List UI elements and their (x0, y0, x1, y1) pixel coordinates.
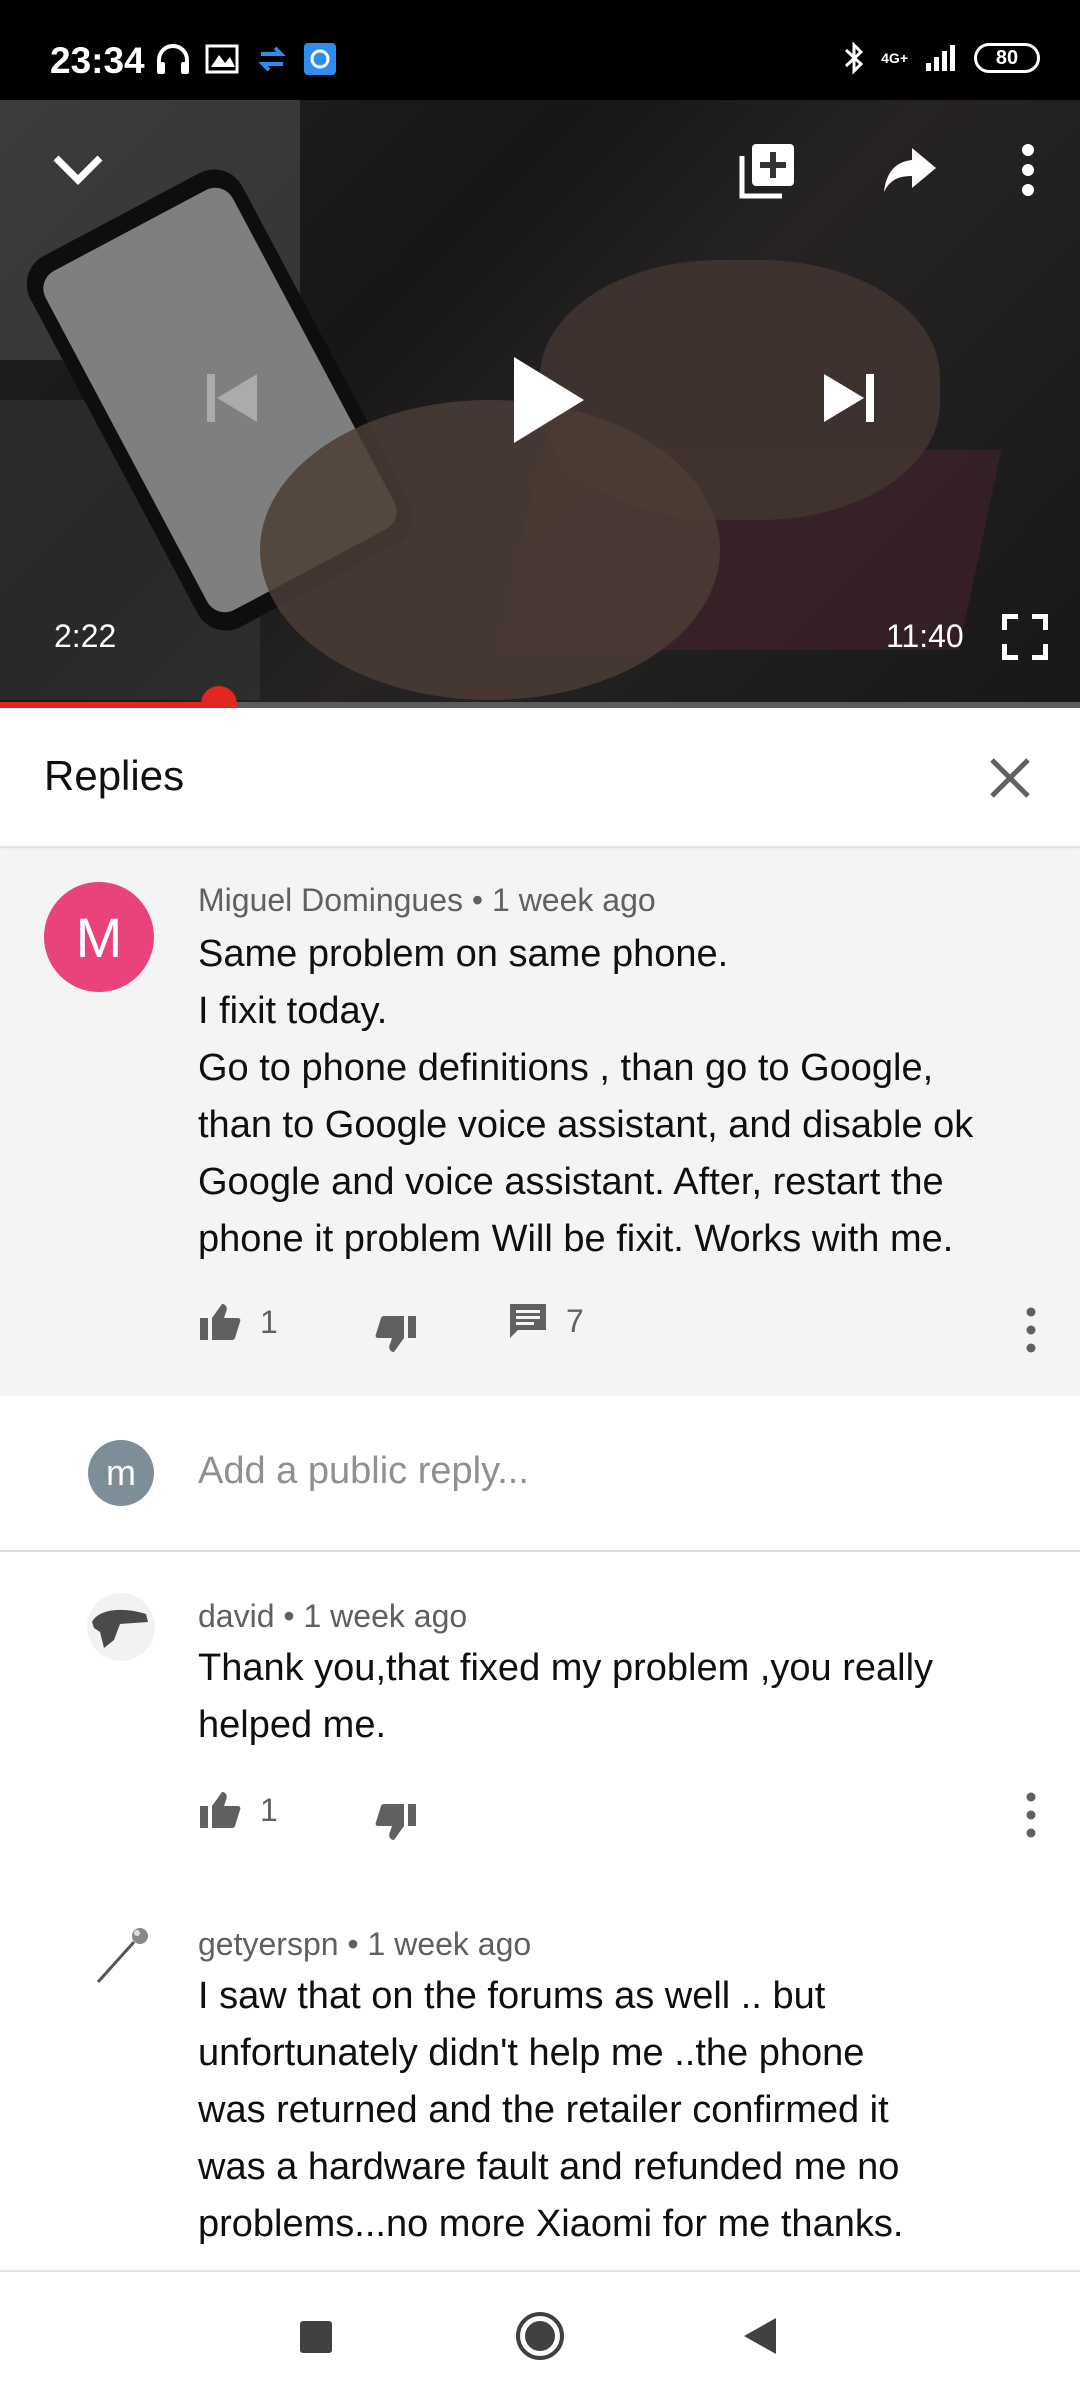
close-icon[interactable] (980, 748, 1040, 808)
avatar[interactable] (86, 1592, 156, 1662)
comment-line: than to Google voice assistant, and disa… (198, 1104, 974, 1146)
reply-input-row[interactable]: m Add a public reply... (0, 1396, 1080, 1552)
reply-count-button[interactable]: 7 (508, 1302, 584, 1340)
thumbs-down-icon[interactable] (374, 1314, 418, 1354)
comment-text: Thank you,that fixed my problem ,you rea… (198, 1640, 1028, 1754)
comment-meta: getyerspn • 1 week ago (198, 1926, 532, 1962)
share-icon[interactable] (882, 146, 938, 194)
comment-icon (510, 1304, 546, 1338)
comment-line: I saw that on the forums as well .. but (198, 1975, 826, 2017)
comment-text: I saw that on the forums as well .. but … (198, 1968, 1028, 2253)
status-time: 23:34 (50, 40, 145, 81)
comment-line: Google and voice assistant. After, resta… (198, 1161, 944, 1203)
play-icon[interactable] (512, 355, 586, 445)
comment-line: I fixit today. (198, 990, 388, 1032)
comment-line: helped me. (198, 1704, 387, 1746)
comment-line: problems...no more Xiaomi for me thanks. (198, 2203, 904, 2245)
bluetooth-icon (845, 41, 864, 75)
like-count: 1 (260, 1303, 278, 1340)
comment-line: was returned and the retailer confirmed … (198, 2089, 889, 2131)
battery-indicator: 80 (974, 43, 1040, 73)
comment-line: unfortunately didn't help me ..the phone (198, 2032, 865, 2074)
replies-title: Replies (44, 752, 185, 799)
back-icon[interactable] (740, 2316, 780, 2356)
author-name[interactable]: david (198, 1598, 275, 1634)
status-bar: 23:34 4G+ 80 (0, 0, 1080, 100)
thumbs-up-icon (200, 1792, 241, 1828)
system-icons: 4G+ 80 (843, 40, 1040, 76)
user-avatar: m (88, 1440, 154, 1506)
comment-line: phone it problem Will be fixit. Works wi… (198, 1218, 954, 1260)
author-name[interactable]: getyerspn (198, 1926, 339, 1962)
comment-meta: david • 1 week ago (198, 1598, 468, 1634)
fullscreen-icon[interactable] (1002, 614, 1048, 660)
comment-line: was a hardware fault and refunded me no (198, 2146, 900, 2188)
home-icon[interactable] (514, 2310, 566, 2362)
gallery-icon (205, 44, 239, 74)
reply-count: 7 (566, 1302, 584, 1339)
notification-icons (155, 42, 337, 76)
thumbs-up-icon (200, 1304, 241, 1340)
avatar[interactable] (86, 1922, 156, 1992)
more-vert-icon[interactable] (1016, 1790, 1046, 1840)
previous-icon[interactable] (205, 372, 259, 424)
current-time: 2:22 (54, 618, 117, 654)
headphones-icon (157, 44, 189, 74)
main-comment: M Miguel Domingues • 1 week ago Same pro… (0, 850, 1080, 1396)
minimize-chevron-icon[interactable] (50, 150, 106, 190)
signal-icon (926, 45, 955, 71)
comment-age: 1 week ago (492, 882, 656, 918)
like-button[interactable]: 1 (198, 1302, 278, 1342)
replies-header: Replies (0, 708, 1080, 848)
comment-age: 1 week ago (367, 1926, 532, 1962)
reply-input[interactable]: Add a public reply... (198, 1450, 529, 1493)
thumbs-down-icon[interactable] (374, 1802, 418, 1842)
video-player[interactable]: 2:22 11:40 (0, 100, 1080, 705)
like-count: 1 (260, 1791, 278, 1828)
comment-text: Same problem on same phone. I fixit toda… (198, 926, 1028, 1268)
comment-meta: Miguel Domingues • 1 week ago (198, 882, 656, 918)
author-name[interactable]: Miguel Domingues (198, 882, 463, 918)
recents-icon[interactable] (299, 2320, 333, 2354)
comment-line: Same problem on same phone. (198, 933, 729, 975)
network-type: 4G+ (881, 50, 908, 66)
next-icon[interactable] (822, 372, 876, 424)
system-nav-bar (0, 2270, 1080, 2400)
sync-icon (258, 46, 286, 72)
duration: 11:40 (886, 618, 964, 654)
add-to-playlist-icon[interactable] (738, 142, 796, 200)
like-button[interactable]: 1 (198, 1790, 278, 1830)
avatar[interactable]: M (44, 882, 154, 992)
comment-line: Go to phone definitions , than go to Goo… (198, 1047, 934, 1089)
more-vert-icon[interactable] (1016, 1305, 1046, 1355)
comment-age: 1 week ago (303, 1598, 468, 1634)
comment-line: Thank you,that fixed my problem ,you rea… (198, 1647, 934, 1689)
more-vert-icon[interactable] (1018, 142, 1038, 198)
app-notification-icon (304, 43, 336, 75)
